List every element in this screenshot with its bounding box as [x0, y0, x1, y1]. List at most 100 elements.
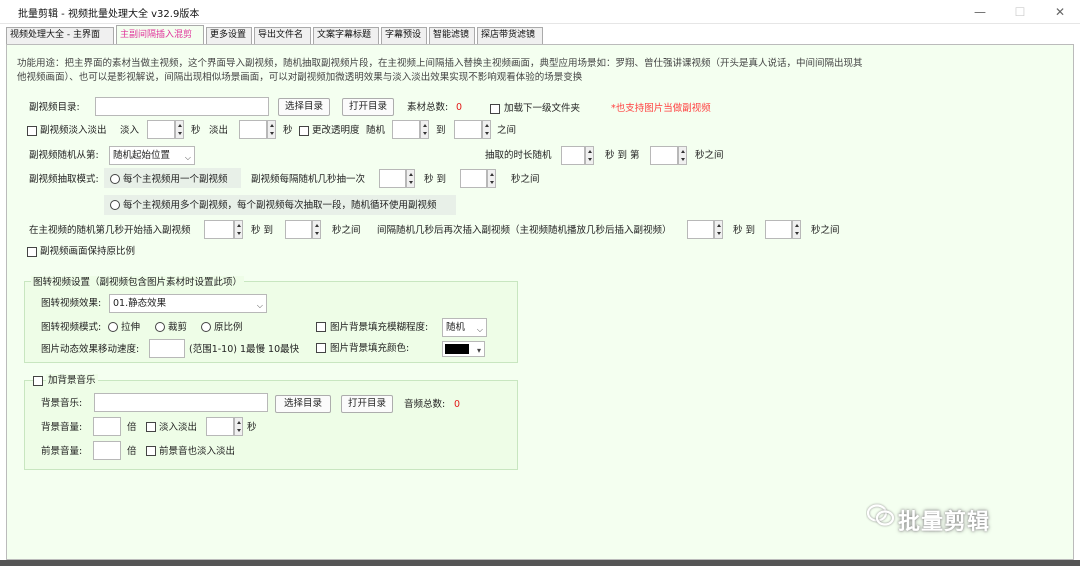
fg-volume-input[interactable] [93, 441, 121, 460]
material-count-value: 0 [456, 102, 463, 113]
image-to-video-title: 图转视频设置（副视频包含图片素材时设置此项） [31, 276, 245, 289]
img-speed-label: 图片动态效果移动速度: [41, 344, 140, 355]
close-button[interactable]: ✕ [1040, 0, 1080, 24]
subvideo-dir-input[interactable] [95, 97, 269, 116]
img-effect-value: 01.静态效果 [113, 298, 167, 309]
fade-out-sec: 秒 [283, 125, 293, 136]
insert-start-label: 在主视频的随机第几秒开始插入副视频 [29, 225, 191, 236]
fade-in-label: 淡入 [120, 125, 140, 136]
tab-content-panel: 功能用途：把主界面的素材当做主视频，这个界面导入副视频，随机抽取副视频片段，在主… [6, 44, 1074, 560]
opacity-max-input[interactable] [454, 120, 482, 139]
chevron-down-icon: ⌵ [184, 153, 191, 162]
fade-out-input[interactable] [239, 120, 267, 139]
opacity-checkbox[interactable] [299, 126, 309, 136]
bgm-label: 背景音乐: [41, 398, 83, 409]
duration-max-spinner[interactable] [678, 146, 687, 165]
interval-max-spinner[interactable] [792, 220, 801, 239]
mode-one-subvideo-radio[interactable] [110, 174, 120, 184]
img-mode-crop-label: 裁剪 [168, 322, 188, 333]
bgm-volume-input[interactable] [93, 417, 121, 436]
bgm-dir-input[interactable] [94, 393, 268, 412]
insert-interval-label: 间隔随机几秒后再次插入副视频（主视频随机播放几秒后插入副视频） [377, 225, 672, 236]
tab-smart-filter[interactable]: 智能滤镜 [429, 27, 475, 44]
tab-main[interactable]: 视频处理大全 - 主界面 [6, 27, 114, 44]
img-mode-stretch-radio[interactable] [108, 322, 118, 332]
tab-interval-insert[interactable]: 主副间隔插入混剪 [116, 25, 204, 44]
interval-min-spinner[interactable] [714, 220, 723, 239]
opacity-label: 更改透明度 [312, 125, 360, 136]
tab-store-filter[interactable]: 探店带货滤镜 [477, 27, 543, 44]
duration-sec-to-label: 秒 到 第 [605, 150, 640, 161]
subvideo-dir-label: 副视频目录: [29, 102, 80, 113]
random-from-label: 副视频随机从第: [29, 150, 99, 161]
img-effect-select[interactable]: 01.静态效果 ⌵ [109, 294, 267, 313]
bgm-fade-input[interactable] [206, 417, 234, 436]
insert-start-min-spinner[interactable] [234, 220, 243, 239]
chevron-down-icon: ⌵ [256, 301, 263, 310]
interval-max-input[interactable] [765, 220, 792, 239]
blur-level-select[interactable]: 随机 ⌵ [442, 318, 487, 337]
keep-ratio-checkbox[interactable] [27, 247, 37, 257]
extract-every-min-spinner[interactable] [406, 169, 415, 188]
duration-max-input[interactable] [650, 146, 678, 165]
extract-every-label: 副视频每隔随机几秒抽一次 [251, 174, 366, 185]
interval-min-input[interactable] [687, 220, 714, 239]
fg-fade-checkbox[interactable] [146, 446, 156, 456]
fade-in-sec: 秒 [191, 125, 201, 136]
fade-out-spinner[interactable] [267, 120, 276, 139]
fade-checkbox[interactable] [27, 126, 37, 136]
keep-ratio-label: 副视频画面保持原比例 [40, 246, 136, 257]
opacity-min-spinner[interactable] [420, 120, 429, 139]
maximize-button[interactable]: ☐ [1000, 0, 1040, 24]
img-mode-orig-radio[interactable] [201, 322, 211, 332]
blur-fill-checkbox[interactable] [316, 322, 326, 332]
duration-min-spinner[interactable] [585, 146, 594, 165]
extract-duration-label: 抽取的时长随机 [485, 150, 552, 161]
interval-sec-between: 秒之间 [811, 225, 840, 236]
description-line-1: 功能用途：把主界面的素材当做主视频，这个界面导入副视频，随机抽取副视频片段，在主… [17, 58, 863, 69]
insert-start-max-spinner[interactable] [312, 220, 321, 239]
bgm-volume-times: 倍 [127, 422, 137, 433]
fg-fade-label: 前景音也淡入淡出 [159, 446, 236, 457]
minimize-button[interactable]: — [960, 0, 1000, 24]
opacity-max-spinner[interactable] [482, 120, 491, 139]
bgm-fade-checkbox[interactable] [146, 422, 156, 432]
extract-every-min-input[interactable] [379, 169, 406, 188]
extract-every-max-spinner[interactable] [487, 169, 496, 188]
extract-every-max-input[interactable] [460, 169, 487, 188]
tab-more-settings[interactable]: 更多设置 [206, 27, 252, 44]
bgm-choose-dir-button[interactable]: 选择目录 [275, 395, 331, 413]
material-count-label: 素材总数: [407, 102, 449, 113]
bgm-open-dir-button[interactable]: 打开目录 [341, 395, 393, 413]
chevron-down-icon: ▾ [476, 346, 481, 355]
fade-label: 副视频淡入淡出 [40, 125, 107, 136]
random-start-select[interactable]: 随机起始位置 ⌵ [109, 146, 195, 165]
insert-start-sec-between: 秒之间 [332, 225, 361, 236]
tab-caption-title[interactable]: 文案字幕标题 [313, 27, 379, 44]
insert-start-min-input[interactable] [204, 220, 234, 239]
img-speed-input[interactable] [149, 339, 185, 358]
fill-color-picker[interactable]: ▾ [442, 341, 485, 357]
bgm-enable-checkbox[interactable] [33, 376, 43, 386]
opacity-min-input[interactable] [392, 120, 420, 139]
bgm-volume-label: 背景音量: [41, 422, 83, 433]
fade-in-input[interactable] [147, 120, 175, 139]
img-effect-label: 图转视频效果: [41, 298, 102, 309]
blur-fill-label: 图片背景填充模糊程度: [330, 322, 429, 333]
img-mode-crop-radio[interactable] [155, 322, 165, 332]
include-subfolder-checkbox[interactable] [490, 104, 500, 114]
mode-multi-subvideo-radio[interactable] [110, 200, 120, 210]
subvideo-open-dir-button[interactable]: 打开目录 [342, 98, 394, 116]
opacity-to-label: 到 [436, 125, 446, 136]
tab-export-filename[interactable]: 导出文件名 [254, 27, 311, 44]
random-start-value: 随机起始位置 [113, 150, 171, 161]
bgm-fade-spinner[interactable] [234, 417, 243, 436]
insert-start-max-input[interactable] [285, 220, 312, 239]
watermark-text: 批量剪辑 [898, 510, 991, 535]
fill-color-checkbox[interactable] [316, 343, 326, 353]
subvideo-choose-dir-button[interactable]: 选择目录 [278, 98, 330, 116]
fade-in-spinner[interactable] [175, 120, 184, 139]
tab-subtitle-preset[interactable]: 字幕预设 [381, 27, 427, 44]
duration-min-input[interactable] [561, 146, 585, 165]
wechat-icon [866, 504, 895, 526]
